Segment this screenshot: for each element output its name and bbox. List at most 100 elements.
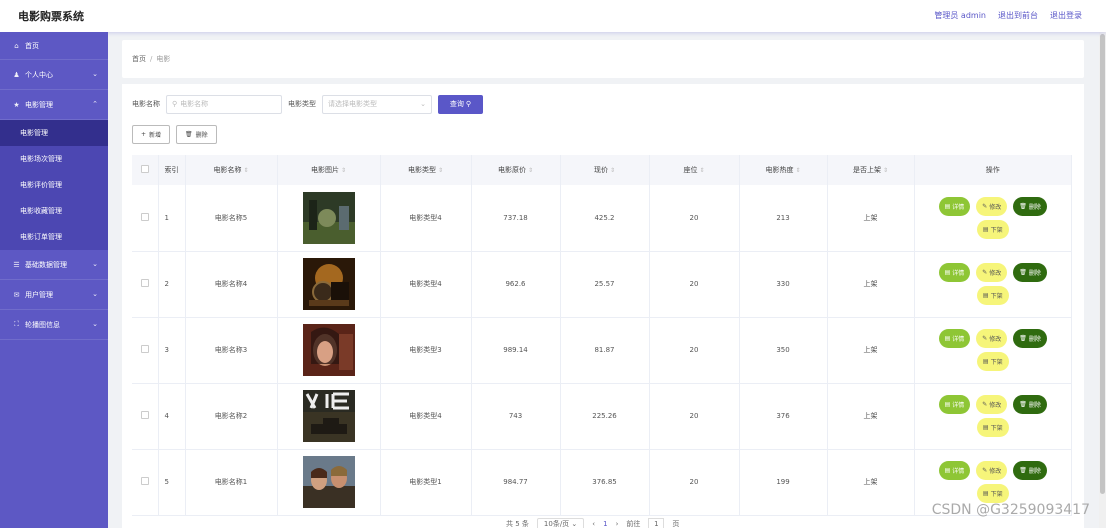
page-size-label: 10条/页 xyxy=(543,520,570,528)
cell-type: 电影类型3 xyxy=(380,317,472,384)
unlist-button[interactable]: ▤ 下架 xyxy=(976,219,1009,239)
row-delete-label: 删除 xyxy=(1028,336,1041,343)
cell-seats: 20 xyxy=(649,383,740,450)
sidebar-item-movie-mgmt[interactable]: ★ 电影管理 ⌃ xyxy=(0,90,108,120)
header-orig-price[interactable]: 电影原价 ⇕ xyxy=(471,155,561,185)
header-image[interactable]: 电影图片 ⇕ xyxy=(277,155,381,185)
detail-label: 详情 xyxy=(952,270,965,277)
submenu-item-review[interactable]: 电影评价管理 xyxy=(0,172,108,198)
logout-link[interactable]: 退出登录 xyxy=(1050,10,1082,21)
query-button[interactable]: 查询 ⚲ xyxy=(438,94,483,114)
sidebar-item-personal[interactable]: ♟ 个人中心 ⌄ xyxy=(0,60,108,90)
doc-icon: ▤ xyxy=(944,202,951,210)
cell-heat: 199 xyxy=(739,449,828,516)
submenu-item-showtime[interactable]: 电影场次管理 xyxy=(0,146,108,172)
header-type[interactable]: 电影类型 ⇕ xyxy=(380,155,472,185)
search-icon: ⚲ xyxy=(465,100,472,108)
row-delete-button[interactable]: 🗑 删除 xyxy=(1013,461,1047,480)
cell-ops: ▤ 详情 ✎ 修改 🗑 删除 ▤ 下架 xyxy=(914,383,1072,450)
row-checkbox[interactable] xyxy=(140,411,149,419)
submenu-item-order[interactable]: 电影订单管理 xyxy=(0,224,108,250)
plus-icon: + xyxy=(141,131,147,138)
edit-button[interactable]: ✎ 修改 xyxy=(976,461,1008,480)
header-seats[interactable]: 座位 ⇕ xyxy=(649,155,740,185)
sidebar: ⌂ 首页 ♟ 个人中心 ⌄ ★ 电影管理 ⌃ 电影管理 电影场次管理 电影评价管… xyxy=(0,32,108,528)
unlist-button[interactable]: ▤ 下架 xyxy=(976,286,1009,305)
exit-to-front-link[interactable]: 退出到前台 xyxy=(998,10,1038,21)
row-delete-button[interactable]: 🗑 删除 xyxy=(1013,395,1047,414)
edit-label: 修改 xyxy=(989,203,1002,211)
movie-type-select[interactable]: 请选择电影类型 ⌄ xyxy=(322,94,432,114)
header-status[interactable]: 是否上架 ⇕ xyxy=(827,155,915,185)
row-checkbox[interactable] xyxy=(140,477,149,485)
name-label: 电影名称 xyxy=(132,100,160,108)
search-row: 电影名称 ⚲ 电影名称 电影类型 请选择电影类型 ⌄ 查询 ⚲ xyxy=(132,94,483,114)
trash-icon: 🗑 xyxy=(1019,467,1027,474)
goto-input[interactable]: 1 xyxy=(648,518,665,528)
detail-button[interactable]: ▤ 详情 xyxy=(938,263,971,282)
edit-button[interactable]: ✎ 修改 xyxy=(976,395,1008,414)
unlist-button[interactable]: ▤ 下架 xyxy=(976,352,1009,371)
sort-icon: ⇕ xyxy=(243,167,249,174)
row-checkbox[interactable] xyxy=(140,212,149,221)
page-unit-label: 页 xyxy=(672,520,680,528)
cell-heat: 350 xyxy=(739,317,828,384)
select-all-checkbox[interactable] xyxy=(140,165,149,173)
sidebar-item-home[interactable]: ⌂ 首页 xyxy=(0,32,108,60)
submenu-item-movie[interactable]: 电影管理 xyxy=(0,120,108,146)
sort-icon: ⇕ xyxy=(340,167,347,174)
cell-type: 电影类型4 xyxy=(380,383,472,450)
delete-button[interactable]: 🗑 删除 xyxy=(176,125,217,144)
cell-type: 电影类型4 xyxy=(380,251,472,318)
row-checkbox-cell xyxy=(132,383,159,450)
row-delete-button[interactable]: 🗑 删除 xyxy=(1013,196,1047,216)
sidebar-item-carousel[interactable]: ⛶ 轮播图信息 ⌄ xyxy=(0,310,108,340)
detail-button[interactable]: ▤ 详情 xyxy=(938,196,971,216)
sort-icon: ⇕ xyxy=(437,167,444,174)
page-number[interactable]: 1 xyxy=(603,520,607,528)
breadcrumb-home[interactable]: 首页 xyxy=(132,55,146,63)
next-page-icon[interactable]: › xyxy=(616,520,619,528)
cell-orig-price: 962.6 xyxy=(471,251,561,318)
cell-type: 电影类型4 xyxy=(380,185,472,252)
prev-page-icon[interactable]: ‹ xyxy=(592,520,595,528)
header-heat[interactable]: 电影热度 ⇕ xyxy=(739,155,828,185)
add-button[interactable]: + 新增 xyxy=(132,125,171,144)
home-icon: ⌂ xyxy=(14,41,19,50)
row-checkbox[interactable] xyxy=(140,279,149,287)
movie-poster-image xyxy=(302,324,355,376)
sidebar-item-user-mgmt[interactable]: ✉ 用户管理 ⌄ xyxy=(0,280,108,310)
cell-price: 25.57 xyxy=(560,251,650,318)
detail-label: 详情 xyxy=(952,336,965,343)
row-delete-button[interactable]: 🗑 删除 xyxy=(1013,329,1047,348)
unlist-button[interactable]: ▤ 下架 xyxy=(976,484,1009,503)
unlist-button[interactable]: ▤ 下架 xyxy=(976,418,1009,437)
table-header-row: 索引 电影名称 ⇕ 电影图片 ⇕ 电影类型 ⇕ 电影原价 ⇕ 现价 ⇕ 座位 ⇕ 电影热度 ⇕… xyxy=(132,155,1072,185)
table-row: 3 电影名称3 电影类型3 989.14 81.87 20 350 上架 ▤ 详情… xyxy=(132,317,1072,384)
doc-icon: ▤ xyxy=(982,358,989,365)
sidebar-item-base-data[interactable]: ☰ 基础数据管理 ⌄ xyxy=(0,250,108,280)
cell-seats: 20 xyxy=(649,317,740,384)
movie-name-input[interactable]: ⚲ 电影名称 xyxy=(166,94,282,114)
detail-button[interactable]: ▤ 详情 xyxy=(938,329,971,348)
edit-button[interactable]: ✎ 修改 xyxy=(976,263,1008,282)
edit-button[interactable]: ✎ 修改 xyxy=(976,329,1008,348)
pencil-icon: ✎ xyxy=(982,269,988,276)
header-price[interactable]: 现价 ⇕ xyxy=(560,155,650,185)
scrollbar-thumb[interactable] xyxy=(1100,34,1105,494)
mail-icon: ✉ xyxy=(13,290,20,299)
search-icon: ⚲ xyxy=(172,100,178,108)
row-checkbox-cell xyxy=(132,185,159,252)
row-delete-button[interactable]: 🗑 删除 xyxy=(1013,263,1047,282)
detail-button[interactable]: ▤ 详情 xyxy=(938,461,971,480)
header-name[interactable]: 电影名称 ⇕ xyxy=(185,155,278,185)
unlist-label: 下架 xyxy=(990,226,1003,234)
cell-index: 4 xyxy=(158,383,186,450)
edit-button[interactable]: ✎ 修改 xyxy=(976,196,1008,216)
cell-orig-price: 737.18 xyxy=(471,185,561,252)
submenu-item-favorite[interactable]: 电影收藏管理 xyxy=(0,198,108,224)
row-checkbox[interactable] xyxy=(140,345,149,353)
detail-button[interactable]: ▤ 详情 xyxy=(938,395,971,414)
page-size-select[interactable]: 10条/页 ⌄ xyxy=(536,518,585,528)
admin-label[interactable]: 管理员 admin xyxy=(934,10,986,21)
